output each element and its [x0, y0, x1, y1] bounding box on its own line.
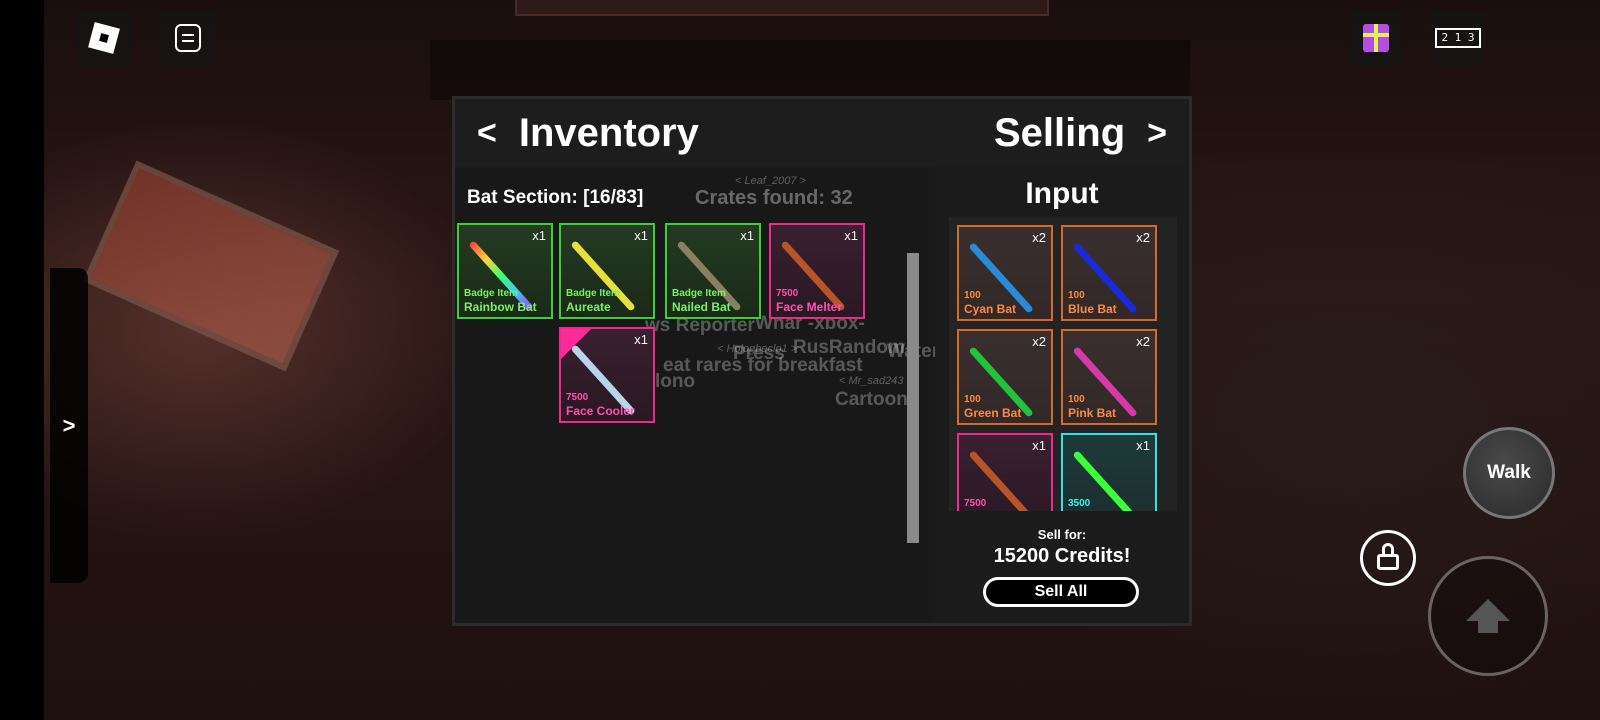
- item-subtitle: Badge Item: [566, 288, 620, 299]
- item-subtitle: 7500: [964, 498, 987, 509]
- side-panel-arrow: >: [62, 412, 76, 438]
- inventory-list[interactable]: Bat Section: [16/83] < Leaf_2007 > Crate…: [455, 167, 935, 623]
- item-name: Pink Bat: [1068, 406, 1117, 420]
- wall-poster: [82, 160, 340, 372]
- overlay-text: lono: [655, 371, 696, 392]
- roblox-logo-icon: [88, 22, 120, 54]
- item-quantity: x1: [634, 332, 648, 347]
- selling-area: Input x2 100 Cyan Bat x2 100 Blue Bat x2 100 Gre…: [935, 167, 1189, 623]
- item-card[interactable]: x1 Badge Item Nailed Bat: [665, 223, 761, 319]
- item-subtitle: 100: [1068, 290, 1085, 301]
- walk-button[interactable]: Walk: [1463, 427, 1555, 519]
- item-name: Nailed Bat: [672, 300, 731, 314]
- gift-button[interactable]: [1348, 10, 1404, 66]
- item-card[interactable]: x2 100 Blue Bat: [1061, 225, 1157, 321]
- item-card[interactable]: x1 7500 Face Cooler: [559, 327, 655, 423]
- item-quantity: x2: [1032, 230, 1046, 245]
- crates-found-label: Crates found: 32: [695, 187, 853, 209]
- item-name: Rainbow Bat: [464, 300, 537, 314]
- sell-all-button[interactable]: Sell All: [983, 577, 1139, 607]
- item-name: Aureate: [566, 300, 611, 314]
- item-card[interactable]: x1 3500: [1061, 433, 1157, 511]
- sell-for-label: Sell for:: [1037, 527, 1087, 542]
- leaderboard-button[interactable]: 2 1 3: [1430, 10, 1486, 66]
- item-quantity: x1: [1032, 438, 1046, 453]
- item-subtitle: 100: [964, 290, 981, 301]
- item-subtitle: 7500: [566, 392, 589, 403]
- new-item-corner-icon: [561, 329, 591, 359]
- item-card[interactable]: x1 7500 Face Melter: [769, 223, 865, 319]
- overlay-text: Cartoon: [835, 389, 908, 410]
- ceiling-beam: [515, 0, 1049, 16]
- walk-label: Walk: [1487, 462, 1531, 483]
- panel-header: < Inventory Selling >: [455, 99, 1189, 167]
- item-card[interactable]: x1 Badge Item Rainbow Bat: [457, 223, 553, 319]
- jump-button[interactable]: [1428, 556, 1548, 676]
- podium-icon: 2 1 3: [1435, 28, 1481, 48]
- item-name: Face Melter: [776, 300, 843, 314]
- item-name: Face Cooler: [566, 404, 635, 418]
- item-quantity: x1: [740, 228, 754, 243]
- item-subtitle: Badge Item: [672, 288, 726, 299]
- scene-shadow: [430, 40, 1190, 100]
- inventory-title: Inventory: [518, 110, 699, 155]
- roblox-menu-button[interactable]: [76, 10, 132, 66]
- item-card[interactable]: x2 100 Pink Bat: [1061, 329, 1157, 425]
- input-title: Input: [1025, 177, 1099, 210]
- chat-icon: [175, 24, 201, 52]
- item-card[interactable]: x2 100 Green Bat: [957, 329, 1053, 425]
- selling-title: Selling: [994, 110, 1126, 155]
- item-subtitle: Badge Item: [464, 288, 518, 299]
- inventory-panel: < Inventory Selling > Bat Section: [16/8…: [452, 96, 1192, 626]
- gift-icon: [1363, 24, 1389, 52]
- item-name: Cyan Bat: [964, 302, 1017, 316]
- player-tag: < Leaf_2007 >: [735, 175, 806, 187]
- input-grid[interactable]: x2 100 Cyan Bat x2 100 Blue Bat x2 100 Green Bat…: [949, 217, 1177, 511]
- item-quantity: x2: [1032, 334, 1046, 349]
- item-quantity: x1: [1136, 438, 1150, 453]
- section-title: Bat Section: [16/83]: [467, 187, 644, 208]
- item-quantity: x1: [844, 228, 858, 243]
- item-name: Green Bat: [964, 406, 1022, 420]
- item-name: Blue Bat: [1068, 302, 1117, 316]
- item-card[interactable]: x2 100 Cyan Bat: [957, 225, 1053, 321]
- item-quantity: x2: [1136, 334, 1150, 349]
- item-card[interactable]: x1 Badge Item Aureate: [559, 223, 655, 319]
- item-subtitle: 100: [964, 394, 981, 405]
- item-subtitle: 100: [1068, 394, 1085, 405]
- chat-button[interactable]: [160, 10, 216, 66]
- item-quantity: x1: [532, 228, 546, 243]
- player-tag: < Mr_sad243 >: [839, 375, 913, 387]
- side-panel-toggle[interactable]: >: [50, 268, 88, 583]
- jump-arrow-icon: [1466, 599, 1510, 633]
- item-subtitle: 3500: [1068, 498, 1091, 509]
- screen-edge: [0, 0, 44, 720]
- item-subtitle: 7500: [776, 288, 799, 299]
- lock-icon: [1377, 543, 1399, 570]
- sell-value: 15200 Credits!: [993, 545, 1131, 567]
- shift-lock-button[interactable]: [1360, 530, 1416, 586]
- inventory-scrollbar[interactable]: [907, 253, 919, 543]
- item-quantity: x2: [1136, 230, 1150, 245]
- item-card[interactable]: x1 7500: [957, 433, 1053, 511]
- item-quantity: x1: [634, 228, 648, 243]
- next-page-button[interactable]: >: [1147, 114, 1167, 153]
- prev-page-button[interactable]: <: [477, 114, 497, 153]
